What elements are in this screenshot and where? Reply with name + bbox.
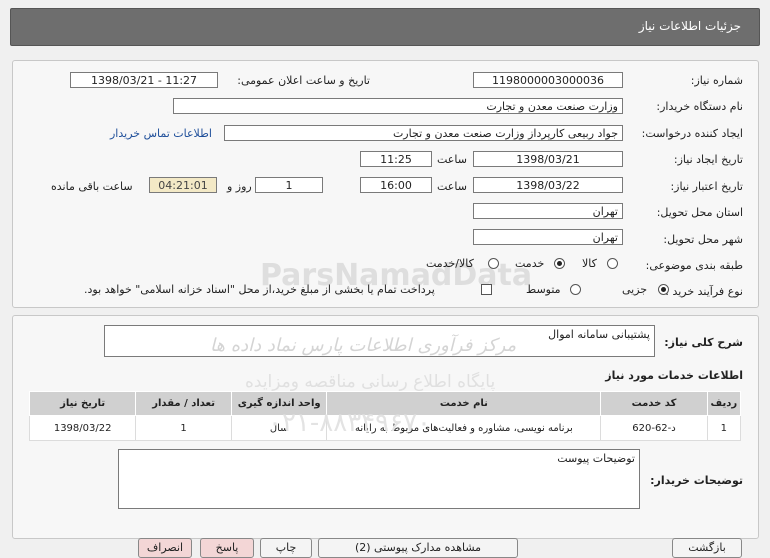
category-radio-goods[interactable] [607, 258, 618, 269]
days-field: 1 [255, 177, 323, 193]
treasury-payment-note: پرداخت تمام یا بخشی از مبلغ خرید،از محل … [84, 283, 435, 296]
announce-field: 1398/03/21 - 11:27 [70, 72, 218, 88]
requester-field: جواد ربیعی کارپرداز وزارت صنعت معدن و تج… [224, 125, 623, 141]
buyer-org-field: وزارت صنعت معدن و تجارت [173, 98, 623, 114]
days-label: روز و [227, 180, 252, 193]
validity-time-field: 16:00 [360, 177, 432, 193]
buyer-notes-field: توضیحات پیوست [118, 449, 640, 509]
validity-date-label: تاریخ اعتبار نیاز: [670, 180, 743, 193]
created-date-field: 1398/03/21 [473, 151, 623, 167]
need-number-label: شماره نیاز: [690, 74, 743, 87]
watermark-text-fa2: پایگاه اطلاع رسانی مناقصه ومزایده [245, 372, 496, 392]
province-field: تهران [473, 203, 623, 219]
category-option-goods-service: کالا/خدمت [426, 257, 474, 270]
col-service-code: کد خدمت [600, 391, 708, 416]
col-quantity: تعداد / مقدار [135, 391, 232, 416]
cancel-button[interactable]: انصراف [138, 538, 192, 558]
page-header: جزئیات اطلاعات نیاز [10, 8, 760, 46]
announce-label: تاریخ و ساعت اعلان عمومی: [237, 74, 370, 87]
cell-row-num: 1 [706, 415, 742, 441]
created-time-field: 11:25 [360, 151, 432, 167]
reply-button[interactable]: پاسخ [200, 538, 254, 558]
category-option-goods: کالا [582, 257, 597, 270]
need-number-field: 1198000003000036 [473, 72, 623, 88]
cell-date: 1398/03/22 [28, 415, 137, 441]
validity-time-label: ساعت [437, 180, 467, 193]
watermark-phone: ۰۲۱-۸۸۳۴۹۶۷۰ [268, 408, 431, 438]
remaining-time-label: ساعت باقی مانده [51, 180, 133, 193]
category-label: طبقه بندی موضوعی: [645, 259, 743, 272]
city-label: شهر محل تحویل: [663, 233, 743, 246]
created-time-label: ساعت [437, 153, 467, 166]
process-option-medium: متوسط [526, 283, 561, 296]
process-label: نوع فرآیند خرید : [665, 285, 743, 298]
print-button[interactable]: چاپ [260, 538, 312, 558]
cell-service-code: د-62-620 [600, 415, 708, 441]
col-date: تاریخ نیاز [28, 391, 137, 416]
buyer-contact-link[interactable]: اطلاعات تماس خریدار [110, 127, 212, 140]
category-radio-goods-service[interactable] [488, 258, 499, 269]
col-row-num: ردیف [706, 391, 742, 416]
validity-date-field: 1398/03/22 [473, 177, 623, 193]
city-field: تهران [473, 229, 623, 245]
cell-quantity: 1 [135, 415, 232, 441]
view-attachments-button[interactable]: مشاهده مدارک پیوستی (2) [318, 538, 518, 558]
requester-label: ایجاد کننده درخواست: [641, 127, 743, 140]
page-title: جزئیات اطلاعات نیاز [638, 19, 741, 33]
remaining-time-field: 04:21:01 [149, 177, 217, 193]
treasury-payment-checkbox[interactable] [481, 284, 492, 295]
process-radio-minor[interactable] [658, 284, 669, 295]
general-desc-label: شرح کلی نیاز: [664, 336, 743, 349]
created-date-label: تاریخ ایجاد نیاز: [673, 153, 743, 166]
services-section-title: اطلاعات خدمات مورد نیاز [605, 369, 743, 382]
category-option-service: خدمت [515, 257, 545, 270]
watermark-text-fa: مرکز فرآوری اطلاعات پارس نماد داده ها [210, 335, 517, 356]
process-radio-medium[interactable] [570, 284, 581, 295]
back-button[interactable]: بازگشت [672, 538, 742, 558]
buyer-org-label: نام دستگاه خریدار: [656, 100, 743, 113]
category-radio-service[interactable] [554, 258, 565, 269]
province-label: استان محل تحویل: [656, 206, 743, 219]
buyer-notes-label: توضیحات خریدار: [650, 474, 743, 487]
process-option-minor: جزیی [622, 283, 648, 296]
